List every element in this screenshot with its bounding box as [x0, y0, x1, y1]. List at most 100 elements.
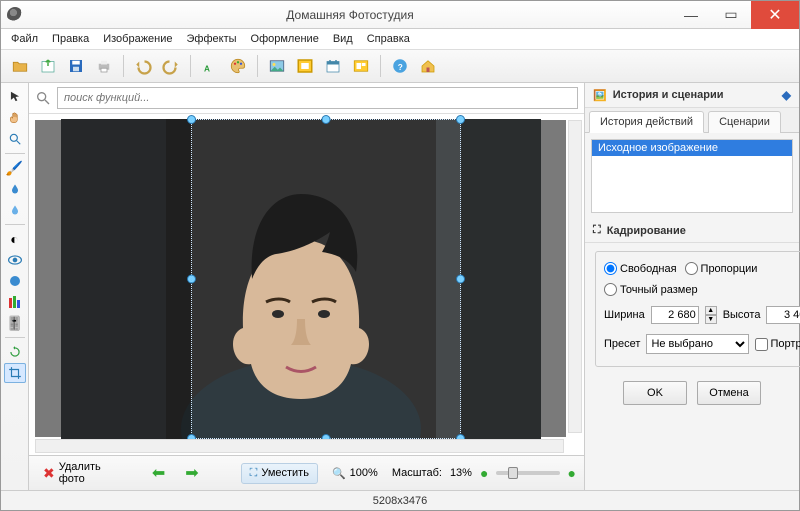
brush-icon[interactable]: 🖌️	[4, 158, 26, 178]
adjust-icon[interactable]: 🎚️	[4, 313, 26, 333]
tab-history[interactable]: История действий	[589, 111, 704, 133]
titlebar: Домашняя Фотостудия — ▭ ✕	[1, 1, 799, 29]
palette-icon[interactable]	[225, 53, 251, 79]
canvas-area	[29, 114, 584, 456]
cancel-button[interactable]: Отмена	[697, 381, 761, 405]
hand-icon[interactable]	[4, 108, 26, 128]
search-input[interactable]	[57, 87, 578, 109]
fit-label: Уместить	[261, 467, 309, 479]
undo-icon[interactable]	[130, 53, 156, 79]
crop-section-icon: ⛶	[593, 224, 601, 237]
redo-icon[interactable]	[158, 53, 184, 79]
canvas-background[interactable]	[35, 120, 566, 437]
text-icon[interactable]: A	[197, 53, 223, 79]
crop-icon[interactable]	[4, 363, 26, 383]
minimize-button[interactable]: —	[671, 1, 711, 29]
menu-effects[interactable]: Эффекты	[181, 31, 243, 47]
scrollbar-vertical[interactable]	[568, 120, 582, 433]
crop-section-header: ⛶ Кадрирование	[585, 219, 799, 243]
delete-photo-button[interactable]: ✖ Удалить фото	[37, 458, 110, 488]
close-button[interactable]: ✕	[751, 1, 799, 29]
crop-handle-tl[interactable]	[187, 115, 196, 124]
search-icon	[35, 90, 51, 106]
menubar: Файл Правка Изображение Эффекты Оформлен…	[1, 29, 799, 49]
zoom100-icon: 🔍	[332, 467, 346, 480]
calendar-icon[interactable]	[320, 53, 346, 79]
crop-fieldset: Свободная Пропорции Точный размер Ширина…	[595, 251, 800, 367]
history-item-original[interactable]: Исходное изображение	[592, 140, 792, 156]
menu-decor[interactable]: Оформление	[245, 31, 325, 47]
menu-view[interactable]: Вид	[327, 31, 359, 47]
menu-image[interactable]: Изображение	[97, 31, 178, 47]
menu-help[interactable]: Справка	[361, 31, 416, 47]
crop-panel: Свободная Пропорции Точный размер Ширина…	[585, 243, 799, 413]
open-icon[interactable]	[7, 53, 33, 79]
contrast-icon[interactable]: ◐	[4, 229, 26, 249]
delete-label: Удалить фото	[59, 461, 104, 485]
circle-icon[interactable]	[4, 271, 26, 291]
crop-handle-ml[interactable]	[187, 274, 196, 283]
drop-icon[interactable]	[4, 179, 26, 199]
preset-select[interactable]: Не выбрано	[646, 334, 748, 354]
next-button[interactable]: ➡	[179, 460, 204, 486]
menu-file[interactable]: Файл	[5, 31, 44, 47]
radio-exact-input[interactable]	[604, 283, 617, 296]
window-title: Домашняя Фотостудия	[29, 8, 671, 22]
bottom-toolbar: ✖ Удалить фото ⬅ ➡ ⛶ Уместить 🔍 100% Мас…	[29, 456, 584, 490]
ok-button[interactable]: OK	[623, 381, 687, 405]
svg-text:A: A	[204, 64, 210, 73]
pointer-icon[interactable]	[4, 87, 26, 107]
radio-prop-input[interactable]	[685, 262, 698, 275]
help-icon[interactable]: ?	[387, 53, 413, 79]
height-label: Высота	[723, 309, 761, 321]
portrait-checkbox[interactable]: Портретные	[755, 338, 800, 351]
save-icon[interactable]	[63, 53, 89, 79]
crop-handle-tr[interactable]	[456, 115, 465, 124]
zoom-out-icon[interactable]: ●	[480, 465, 488, 481]
home-icon[interactable]	[415, 53, 441, 79]
radio-free-input[interactable]	[604, 262, 617, 275]
crop-rect[interactable]	[191, 119, 461, 439]
rotate-icon[interactable]	[4, 342, 26, 362]
height-input[interactable]: 3 407	[766, 306, 800, 324]
frame-icon[interactable]	[292, 53, 318, 79]
export-icon[interactable]	[35, 53, 61, 79]
history-section-header: 🖼️ История и сценарии ◆	[585, 83, 799, 108]
status-dimensions: 5208x3476	[373, 495, 427, 507]
levels-icon[interactable]	[4, 292, 26, 312]
crop-handle-tm[interactable]	[321, 115, 330, 124]
right-panel: 🖼️ История и сценарии ◆ История действий…	[584, 83, 799, 490]
zoom-in-icon[interactable]: ●	[568, 465, 576, 481]
drop2-icon[interactable]	[4, 200, 26, 220]
collapse-icon[interactable]: ◆	[782, 88, 791, 102]
radio-free[interactable]: Свободная	[604, 262, 677, 275]
eye-icon[interactable]	[4, 250, 26, 270]
menu-edit[interactable]: Правка	[46, 31, 95, 47]
portrait-checkbox-input[interactable]	[755, 338, 768, 351]
width-spin-buttons[interactable]: ▲▼	[705, 306, 717, 324]
crop-section-title: Кадрирование	[607, 225, 686, 237]
prev-button[interactable]: ⬅	[146, 460, 171, 486]
delete-icon: ✖	[43, 465, 55, 482]
zoom-slider-knob[interactable]	[508, 467, 518, 479]
search-row	[29, 83, 584, 114]
history-title: История и сценарии	[613, 89, 724, 101]
print-icon[interactable]	[91, 53, 117, 79]
fit-button[interactable]: ⛶ Уместить	[241, 463, 318, 484]
collage-icon[interactable]	[348, 53, 374, 79]
crop-handle-mr[interactable]	[456, 274, 465, 283]
arrow-left-icon: ⬅	[152, 463, 165, 483]
radio-prop[interactable]: Пропорции	[685, 262, 758, 275]
picture-icon[interactable]	[264, 53, 290, 79]
tab-scenarios[interactable]: Сценарии	[708, 111, 781, 133]
scale-label: Масштаб:	[392, 467, 442, 479]
photo-wrap[interactable]	[61, 119, 541, 439]
width-input[interactable]: 2 680	[651, 306, 699, 324]
radio-exact[interactable]: Точный размер	[604, 283, 698, 296]
scrollbar-horizontal[interactable]	[35, 439, 564, 453]
zoom-slider[interactable]	[496, 471, 559, 475]
zoom-icon[interactable]	[4, 129, 26, 149]
history-list[interactable]: Исходное изображение	[591, 139, 793, 213]
zoom-100-button[interactable]: 🔍 100%	[326, 464, 384, 483]
maximize-button[interactable]: ▭	[711, 1, 751, 29]
